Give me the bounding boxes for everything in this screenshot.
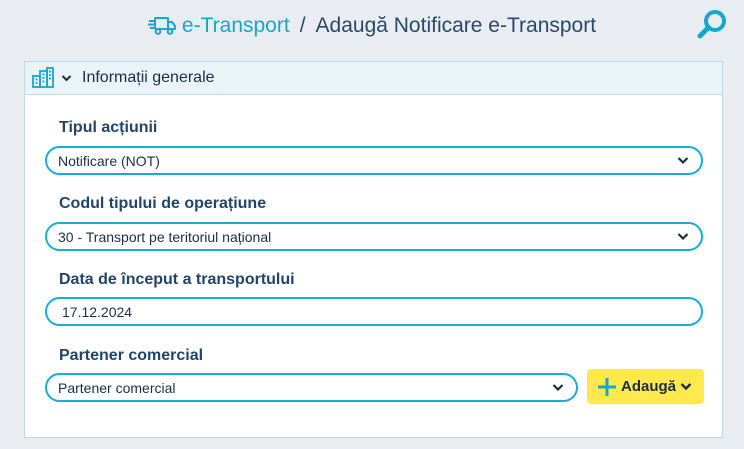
breadcrumb-app-label: e-Transport — [181, 14, 290, 37]
chevron-down-icon[interactable] — [61, 74, 72, 82]
add-partner-button[interactable]: Adaugă — [587, 369, 704, 404]
chevron-down-icon — [552, 384, 564, 392]
chevron-down-icon — [677, 233, 689, 241]
start-date-label: Data de început a transportului — [59, 271, 295, 288]
partner-placeholder: Partener comercial — [58, 379, 176, 396]
panel-header[interactable]: Informații generale — [25, 62, 722, 95]
start-date-input[interactable]: 17.12.2024 — [45, 297, 703, 326]
chevron-down-icon — [677, 157, 689, 165]
operation-code-label: Codul tipului de operațiune — [59, 195, 267, 212]
breadcrumb-app-link[interactable]: e-Transport — [147, 14, 290, 38]
start-date-value: 17.12.2024 — [62, 303, 133, 320]
partner-label: Partener comercial — [59, 347, 204, 364]
operation-code-select[interactable]: 30 - Transport pe teritoriul național — [45, 222, 703, 251]
search-icon[interactable] — [696, 8, 730, 42]
general-info-panel: Informații generale Tipul acțiunii Notif… — [24, 61, 723, 438]
action-type-label: Tipul acțiunii — [59, 119, 158, 136]
action-type-value: Notificare (NOT) — [58, 152, 160, 169]
operation-code-value: 30 - Transport pe teritoriul național — [58, 228, 272, 245]
building-icon — [31, 67, 55, 89]
page-header: e-Transport / Adaugă Notificare e-Transp… — [0, 0, 744, 52]
chevron-down-icon — [680, 382, 692, 391]
page-title: Adaugă Notificare e-Transport — [315, 14, 597, 37]
breadcrumb: e-Transport / Adaugă Notificare e-Transp… — [147, 14, 597, 38]
plus-icon — [597, 377, 617, 397]
add-partner-label: Adaugă — [621, 378, 677, 395]
action-type-select[interactable]: Notificare (NOT) — [45, 146, 703, 175]
panel-title: Informații generale — [82, 69, 215, 86]
truck-icon — [147, 17, 176, 35]
breadcrumb-separator: / — [299, 14, 306, 37]
partner-select[interactable]: Partener comercial — [45, 373, 578, 402]
